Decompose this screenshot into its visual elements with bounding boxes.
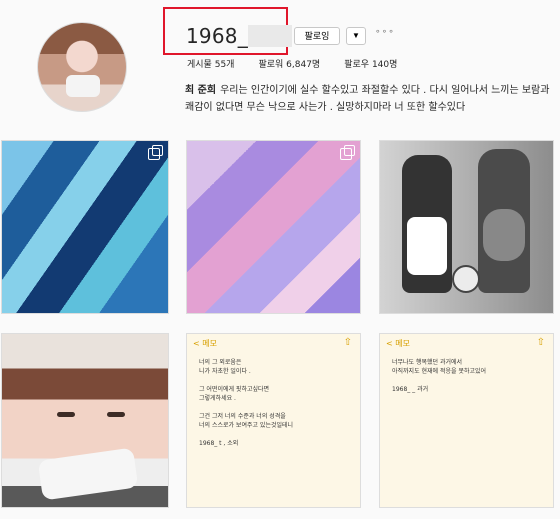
- drink-bottle-right: [478, 149, 530, 293]
- memo-text: 너무나도 행복했던 과거에서 아직까지도 현재에 적응을 못하고있어 1968_…: [392, 359, 487, 393]
- post-memo-1[interactable]: < 메모 ⇧ 너의 그 외로움은 니가 자초한 일이다 . 그 어떤이에게 핏하…: [186, 333, 361, 508]
- bio-name: 최 준희: [185, 85, 217, 96]
- post-memo-2[interactable]: < 메모 ⇧ 너무나도 행복했던 과거에서 아직까지도 현재에 적응을 못하고있…: [379, 333, 554, 508]
- drink-bottle-left: [402, 155, 452, 293]
- following-button[interactable]: 팔로잉: [294, 27, 340, 45]
- face-mask: [37, 447, 139, 501]
- username-text: 1968_: [186, 24, 248, 48]
- profile-username: 1968_: [186, 24, 292, 48]
- memo-back-header: < 메모: [386, 339, 410, 348]
- username-redacted: [247, 25, 292, 47]
- followers-stat[interactable]: 팔로워 6,847명: [258, 57, 320, 70]
- avatar-mask-detail: [66, 75, 100, 97]
- profile-bio: 최 준희 우리는 인간이기에 실수 할수있고 좌절할수 있다 . 다시 일어나서 …: [185, 82, 555, 116]
- multiple-posts-icon: [148, 145, 163, 160]
- profile-stats: 게시물 55개 팔로워 6,847명 팔로우 140명: [187, 57, 397, 70]
- eye-right: [107, 412, 125, 417]
- post-painting-purple[interactable]: [186, 140, 361, 314]
- memo-text: 너의 그 외로움은 니가 자초한 일이다 . 그 어떤이에게 핏하고싶다면 그렇…: [199, 359, 294, 447]
- eye-left: [57, 412, 75, 417]
- post-energy-drinks[interactable]: [379, 140, 554, 314]
- share-icon: ⇧: [343, 337, 352, 348]
- bio-text: 우리는 인간이기에 실수 할수있고 좌절할수 있다 . 다시 일어나서 느끼는 …: [185, 85, 550, 113]
- more-options-icon[interactable]: ∘∘∘: [375, 27, 395, 37]
- post-painting-blue[interactable]: [1, 140, 169, 314]
- dropdown-button[interactable]: ▼: [346, 27, 366, 45]
- share-icon: ⇧: [536, 337, 545, 348]
- following-stat[interactable]: 팔로우 140명: [344, 57, 397, 70]
- memo-back-header: < 메모: [193, 339, 217, 348]
- posts-stat: 게시물 55개: [187, 60, 235, 70]
- post-selfie[interactable]: [1, 333, 169, 508]
- multiple-posts-icon: [340, 145, 355, 160]
- profile-avatar[interactable]: [37, 22, 127, 112]
- drink-cap: [452, 265, 480, 293]
